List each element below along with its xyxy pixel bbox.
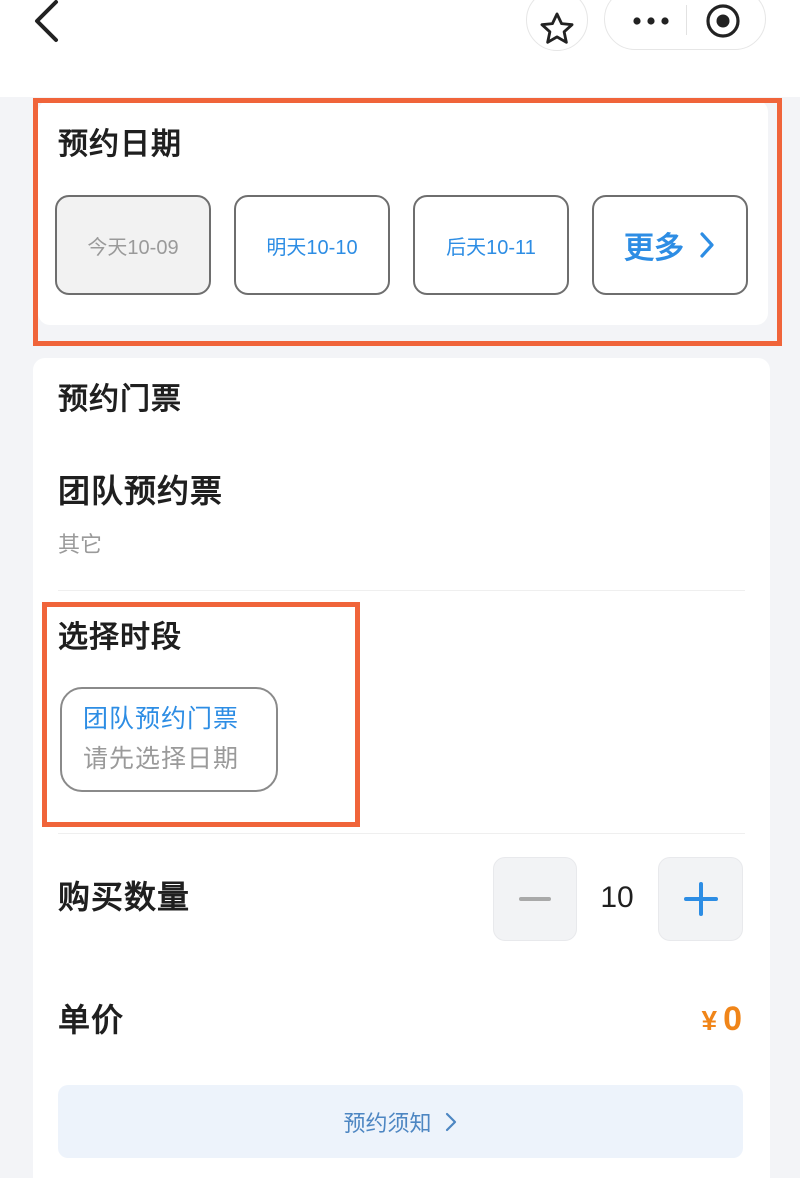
date-section-title: 预约日期 [58,128,182,161]
booking-notice-button[interactable]: 预约须知 [58,1085,743,1158]
booking-card: 预约门票 团队预约票 其它 选择时段 团队预约门票 请先选择日期 购买数量 10… [33,358,770,1178]
booking-notice-label: 预约须知 [343,1110,432,1136]
currency-symbol: ¥ [701,1005,718,1036]
more-dates-button[interactable]: 更多 [592,195,748,295]
more-dates-label: 更多 [624,232,684,265]
more-dots-icon [633,17,669,25]
date-option-label: 后天10-11 [446,236,536,259]
ticket-section-title: 预约门票 [58,383,182,416]
quantity-value[interactable]: 10 [593,878,641,918]
star-icon [540,12,574,44]
date-section-card: 预约日期 今天10-09 明天10-10 后天10-11 更多 [38,100,768,325]
divider [58,833,745,834]
minus-icon [519,897,551,901]
quantity-label: 购买数量 [58,879,191,915]
date-option-today[interactable]: 今天10-09 [55,195,211,295]
record-button[interactable] [701,0,745,43]
capsule-divider [686,5,687,35]
date-option-day-after[interactable]: 后天10-11 [413,195,569,295]
date-option-label: 明天10-10 [266,236,358,259]
plus-icon [683,882,718,916]
time-slot-title: 选择时段 [58,621,182,654]
date-option-tomorrow[interactable]: 明天10-10 [234,195,390,295]
record-icon [706,4,740,38]
quantity-decrease-button[interactable] [493,857,577,941]
price-amount: 0 [723,1000,742,1038]
chevron-right-icon [700,232,714,258]
back-button[interactable] [24,0,72,46]
unit-price-value: ¥ 0 [702,1000,743,1039]
top-nav-bar [0,0,800,97]
favorite-button[interactable] [526,0,588,51]
more-button[interactable] [619,3,683,39]
time-slot-name: 团队预约门票 [83,705,240,733]
time-slot-hint: 请先选择日期 [83,745,240,773]
chevron-left-icon [35,0,58,42]
time-slot-option[interactable]: 团队预约门票 请先选择日期 [60,687,278,792]
ticket-name: 团队预约票 [58,473,224,509]
chevron-right-icon [445,1112,456,1131]
mini-program-capsule [604,0,766,50]
date-option-label: 今天10-09 [87,236,179,259]
divider [58,590,745,591]
ticket-category: 其它 [58,532,103,557]
unit-price-label: 单价 [58,1002,125,1038]
quantity-increase-button[interactable] [658,857,743,941]
